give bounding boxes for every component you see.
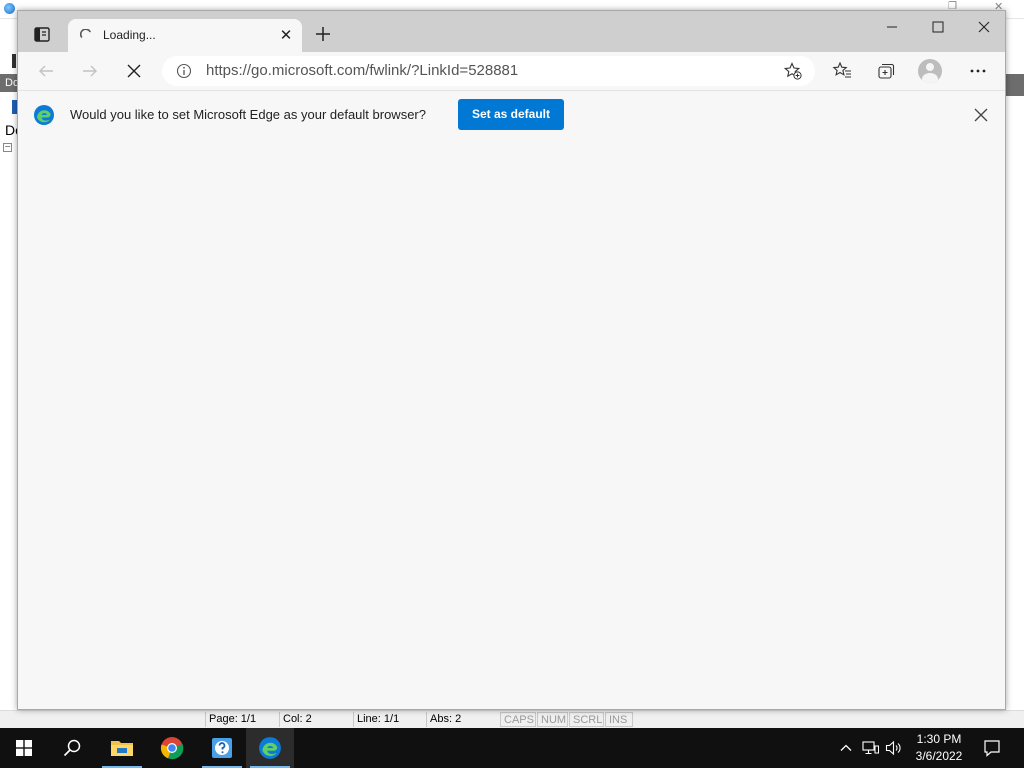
forward-button[interactable] [74, 55, 106, 87]
settings-more-button[interactable] [962, 55, 994, 87]
address-bar[interactable]: https://go.microsoft.com/fwlink/?LinkId=… [162, 56, 815, 86]
taskbar: 1:30 PM 3/6/2022 [0, 728, 1024, 768]
network-icon [862, 741, 879, 755]
tab-actions-button[interactable] [28, 23, 56, 47]
forward-arrow-icon [83, 65, 97, 77]
loading-spinner-icon [80, 29, 91, 38]
collections-button[interactable] [870, 55, 902, 87]
stop-icon [127, 64, 141, 78]
back-arrow-icon [39, 65, 53, 77]
edge-logo-icon [34, 105, 54, 125]
start-icon [16, 740, 32, 756]
set-as-default-button[interactable]: Set as default [458, 99, 564, 130]
edge-icon [259, 737, 281, 759]
start-button[interactable] [0, 728, 48, 768]
file-explorer-icon [111, 741, 133, 756]
search-icon [63, 739, 81, 757]
status-scrl: SCRL [569, 712, 604, 727]
default-browser-infobar: Would you like to set Microsoft Edge as … [18, 90, 1005, 140]
tab-actions-icon [34, 27, 50, 42]
status-page: Page: 1/1 [205, 712, 277, 727]
notification-icon [984, 740, 1000, 757]
status-line: Line: 1/1 [353, 712, 425, 727]
help-app-icon [212, 738, 232, 758]
tab-close-icon[interactable]: ✕ [278, 27, 294, 43]
maximize-icon [932, 21, 944, 33]
back-button[interactable] [30, 55, 62, 87]
show-hidden-icons-button[interactable] [836, 738, 856, 758]
chrome-icon [160, 737, 184, 760]
profile-avatar-icon[interactable] [918, 59, 942, 83]
tab-strip: Loading... ✕ [18, 11, 1005, 52]
infobar-message: Would you like to set Microsoft Edge as … [70, 107, 426, 122]
navigation-toolbar: https://go.microsoft.com/fwlink/?LinkId=… [18, 52, 1005, 90]
collections-icon [878, 63, 895, 79]
status-num: NUM [537, 712, 568, 727]
status-caps: CAPS [500, 712, 536, 727]
infobar-close-icon[interactable] [972, 106, 990, 124]
status-ins: INS [605, 712, 633, 727]
action-center-button[interactable] [981, 738, 1003, 758]
tree-collapse-icon[interactable]: − [3, 143, 12, 152]
page-content-area[interactable] [18, 139, 1005, 709]
stop-loading-button[interactable] [118, 55, 150, 87]
toolbar-fragment-icon [12, 54, 16, 68]
edge-browser-window: Loading... ✕ https://go.microsoft.com/fw… [17, 10, 1006, 710]
minimize-button[interactable] [869, 11, 915, 43]
clock-time: 1:30 PM [916, 732, 962, 746]
maximize-button[interactable] [915, 11, 961, 43]
search-button[interactable] [48, 728, 96, 768]
new-tab-button[interactable] [312, 23, 334, 45]
site-info-icon[interactable] [176, 63, 192, 79]
browser-tab[interactable]: Loading... ✕ [68, 19, 302, 52]
chevron-up-icon [840, 744, 852, 751]
status-bar: Page: 1/1 Col: 2 Line: 1/1 Abs: 2 CAPS N… [0, 710, 1024, 729]
system-clock[interactable]: 1:30 PM 3/6/2022 [900, 731, 978, 765]
background-app-icon [4, 3, 15, 14]
status-col: Col: 2 [279, 712, 351, 727]
url-text[interactable]: https://go.microsoft.com/fwlink/?LinkId=… [206, 62, 518, 79]
more-ellipsis-icon [970, 69, 986, 73]
clock-date: 3/6/2022 [915, 749, 963, 763]
close-icon [978, 21, 990, 33]
minimize-icon [887, 26, 897, 28]
add-favorite-icon[interactable] [784, 62, 802, 80]
status-abs: Abs: 2 [426, 712, 498, 727]
plus-icon [316, 27, 330, 41]
file-explorer-taskbar-button[interactable] [98, 728, 146, 768]
help-app-taskbar-button[interactable] [198, 728, 246, 768]
network-status[interactable] [861, 738, 881, 758]
favorites-icon [832, 61, 851, 78]
chrome-taskbar-button[interactable] [148, 728, 196, 768]
favorites-button[interactable] [826, 55, 858, 87]
edge-taskbar-button[interactable] [246, 728, 294, 768]
tab-title: Loading... [103, 28, 156, 42]
close-window-button[interactable] [961, 11, 1007, 43]
background-menu-strip [1006, 74, 1024, 96]
